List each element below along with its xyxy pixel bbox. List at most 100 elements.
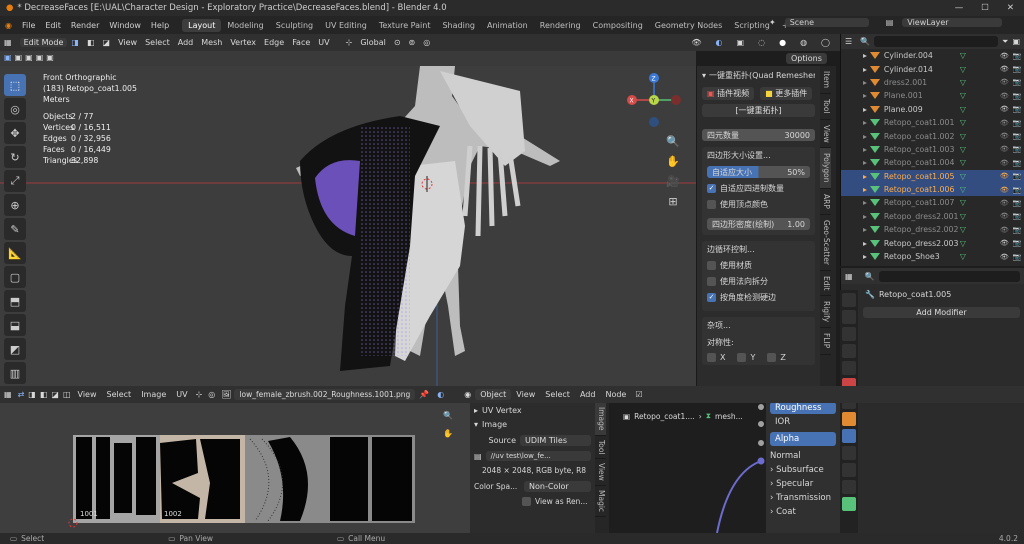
uv-tab-view[interactable]: View xyxy=(595,459,606,486)
mode-selector[interactable]: Edit Mode xyxy=(19,38,68,47)
menu-add[interactable]: Add xyxy=(174,38,198,47)
uv-zoom-icon[interactable]: 🔍 xyxy=(443,411,453,420)
node-object-selector[interactable]: Object xyxy=(475,389,512,400)
visibility-icon[interactable]: 👁 xyxy=(1000,119,1009,127)
add-cube-tool-icon[interactable]: ▢ xyxy=(4,266,26,288)
zoom-icon[interactable]: 🔍 xyxy=(664,132,682,150)
tab-rigify[interactable]: Rigify xyxy=(820,296,831,329)
socket-ior[interactable]: IOR xyxy=(770,415,836,429)
uv-vertex-mode-icon[interactable]: ◨ xyxy=(26,390,38,399)
uv-menu-select[interactable]: Select xyxy=(102,390,137,399)
outliner-item[interactable]: ▸ Retopo_Shoe3 ▽ 👁 📷 xyxy=(841,250,1024,263)
collapse-image-icon[interactable]: ▾ xyxy=(474,420,478,429)
vertex-color-checkbox[interactable]: 使用顶点颜色 xyxy=(707,199,810,210)
outliner-item[interactable]: ▸ Plane.009 ▽ 👁 📷 xyxy=(841,103,1024,116)
tab-polygon[interactable]: Polygon xyxy=(820,148,831,189)
uv-vertex-header[interactable]: UV Vertex xyxy=(482,406,522,415)
visibility-icon[interactable]: 👁 xyxy=(1000,199,1009,207)
render-visibility-icon[interactable]: 📷 xyxy=(1013,92,1022,100)
uv-pivot-icon[interactable]: ⊹ xyxy=(193,390,206,399)
tab-uv-editing[interactable]: UV Editing xyxy=(319,19,373,32)
orientation-icon[interactable]: ⊹ xyxy=(342,38,357,47)
proportional-edit-icon[interactable]: ◎ xyxy=(419,38,434,47)
visibility-icon[interactable]: 👁 xyxy=(1000,186,1009,194)
new-collection-icon[interactable]: ▣ xyxy=(1012,37,1020,46)
expand-icon[interactable]: ▸ xyxy=(863,172,867,181)
grid-icon[interactable]: ⊞ xyxy=(664,192,682,210)
bevel-tool-icon[interactable]: ◩ xyxy=(4,338,26,360)
source-selector[interactable]: UDIM Tiles xyxy=(520,435,591,446)
menu-help[interactable]: Help xyxy=(146,21,174,30)
tab-compositing[interactable]: Compositing xyxy=(587,19,649,32)
xray-icon[interactable]: ▣ xyxy=(733,38,749,47)
outliner-item[interactable]: ▸ Retopo_dress2.002 ▽ 👁 📷 xyxy=(841,223,1024,236)
render-visibility-icon[interactable]: 📷 xyxy=(1013,199,1022,207)
use-material-checkbox[interactable]: 使用材质 xyxy=(707,260,810,271)
tab-sculpting[interactable]: Sculpting xyxy=(270,19,319,32)
panel-coat[interactable]: › Coat xyxy=(770,505,836,519)
modifier-tab-icon[interactable] xyxy=(842,429,856,443)
select-box-icon[interactable]: ▣ xyxy=(4,53,12,62)
outliner-item[interactable]: ▸ Retopo_coat1.005 ▽ 👁 📷 xyxy=(841,169,1024,183)
symmetry-z-checkbox[interactable]: Z xyxy=(767,353,786,362)
select-extend-icon[interactable]: ▣ xyxy=(15,53,23,62)
uv-snap-icon[interactable]: ◎ xyxy=(205,390,218,399)
menu-select[interactable]: Select xyxy=(141,38,174,47)
uv-editor-canvas[interactable]: 1001 1002 🔍 ✋ xyxy=(0,403,470,533)
tab-modeling[interactable]: Modeling xyxy=(221,19,269,32)
menu-render[interactable]: Render xyxy=(66,21,104,30)
shader-node-editor[interactable]: ▣ Retopo_coat1.... › ⧗ mesh... Roughness… xyxy=(609,403,840,533)
symmetry-x-checkbox[interactable]: X xyxy=(707,353,725,362)
uv-pan-icon[interactable]: ✋ xyxy=(443,429,453,438)
tab-geo-scatter[interactable]: Geo-Scatter xyxy=(820,215,831,271)
tab-layout[interactable]: Layout xyxy=(182,18,222,32)
visibility-icon[interactable]: 👁 xyxy=(1000,132,1009,140)
select-invert-icon[interactable]: ▣ xyxy=(36,53,44,62)
select-subtract-icon[interactable]: ▣ xyxy=(25,53,33,62)
visibility-icon[interactable]: 👁 xyxy=(1000,65,1009,73)
transform-tool-icon[interactable]: ⊕ xyxy=(4,194,26,216)
properties-search-input[interactable] xyxy=(878,270,1020,282)
expand-icon[interactable]: ▸ xyxy=(863,91,867,100)
edge-select-icon[interactable]: ◧ xyxy=(83,38,99,47)
view-icon[interactable]: 👁 xyxy=(687,38,705,47)
render-visibility-icon[interactable]: 📷 xyxy=(1013,253,1022,261)
tab-tool[interactable]: Tool xyxy=(820,94,831,120)
visibility-icon[interactable]: 👁 xyxy=(1000,226,1009,234)
expand-icon[interactable]: ▸ xyxy=(863,132,867,141)
outliner-search-icon[interactable]: 🔍 xyxy=(860,37,870,46)
menu-window[interactable]: Window xyxy=(104,21,146,30)
select-tool-icon[interactable]: ⬚ xyxy=(4,74,26,96)
quad-density-field[interactable]: 四边形密度(绘制) 1.00 xyxy=(707,218,810,230)
expand-icon[interactable]: ▸ xyxy=(863,158,867,167)
tab-rendering[interactable]: Rendering xyxy=(534,19,587,32)
expand-icon[interactable]: ▸ xyxy=(863,252,867,261)
render-visibility-icon[interactable]: 📷 xyxy=(1013,212,1022,220)
use-nodes-checkbox[interactable]: ☑ xyxy=(631,390,646,399)
close-icon[interactable]: ✕ xyxy=(1007,3,1014,13)
uv-tab-tool[interactable]: Tool xyxy=(595,436,606,460)
menu-mesh[interactable]: Mesh xyxy=(197,38,226,47)
outliner-editor-icon[interactable]: ☰ xyxy=(845,37,852,46)
node-editor-type-icon[interactable]: ◉ xyxy=(460,390,475,399)
pin-icon[interactable]: 📌 xyxy=(415,390,433,399)
visibility-icon[interactable]: 👁 xyxy=(1000,145,1009,153)
expand-icon[interactable]: ▸ xyxy=(863,65,867,74)
tab-view[interactable]: View xyxy=(820,120,831,149)
uv-menu-uv[interactable]: UV xyxy=(171,390,192,399)
data-tab-icon[interactable] xyxy=(842,497,856,511)
expand-icon[interactable]: ▸ xyxy=(863,78,867,87)
render-tab-icon[interactable] xyxy=(842,310,856,324)
menu-file[interactable]: File xyxy=(17,21,40,30)
uv-tab-image[interactable]: Image xyxy=(595,403,606,436)
tab-texture-paint[interactable]: Texture Paint xyxy=(373,19,437,32)
blender-menu-icon[interactable]: ◉ xyxy=(0,21,17,30)
view-as-render-checkbox[interactable]: View as Ren... xyxy=(522,497,591,506)
tab-item[interactable]: Item xyxy=(820,66,831,95)
view-layer-icon[interactable]: ▤ xyxy=(881,18,899,27)
navigation-gizmo[interactable]: Z X Y xyxy=(626,72,682,128)
uv-edge-mode-icon[interactable]: ◧ xyxy=(38,390,50,399)
inset-tool-icon[interactable]: ⬓ xyxy=(4,314,26,336)
tab-edit[interactable]: Edit xyxy=(820,271,831,297)
symmetry-y-checkbox[interactable]: Y xyxy=(737,353,755,362)
